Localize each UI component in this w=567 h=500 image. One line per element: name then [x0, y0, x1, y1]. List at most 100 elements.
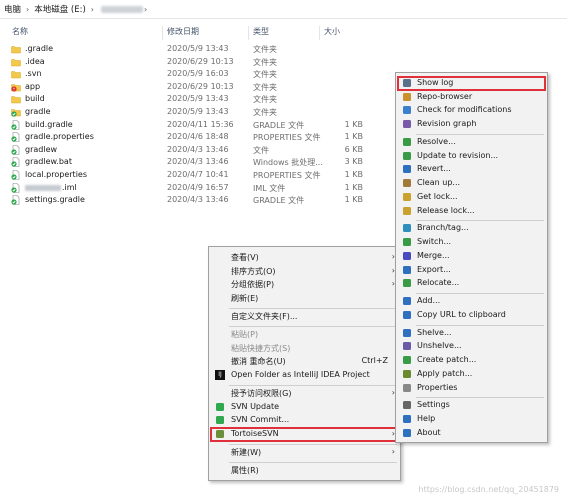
- file-date: 2020/4/11 15:36: [167, 119, 234, 129]
- file-row[interactable]: .svn 2020/5/9 16:03 文件夹: [0, 68, 390, 81]
- file-row[interactable]: app 2020/6/29 10:13 文件夹: [0, 81, 390, 94]
- column-header-name[interactable]: 名称: [12, 26, 28, 37]
- file-row[interactable]: gradlew 2020/4/3 13:46 文件 6 KB: [0, 144, 390, 157]
- menu-item-o[interactable]: 排序方式(O) ›: [209, 265, 400, 278]
- menu-item-s[interactable]: 粘贴快捷方式(S): [209, 342, 400, 355]
- switch-icon: [402, 237, 412, 247]
- branch-tag-icon: [402, 223, 412, 233]
- chevron-right-icon: ›: [90, 4, 94, 14]
- menu-separator: [229, 443, 397, 445]
- menu-item-merge[interactable]: Merge...: [396, 250, 547, 263]
- menu-item-add[interactable]: Add...: [396, 295, 547, 308]
- chevron-right-icon: ›: [144, 4, 148, 14]
- menu-item-revision-graph[interactable]: Revision graph: [396, 118, 547, 131]
- menu-item-svn-update[interactable]: SVN Update: [209, 401, 400, 414]
- menu-item-label: Unshelve...: [417, 341, 462, 351]
- menu-item-w[interactable]: 新建(W) ›: [209, 446, 400, 459]
- menu-item-check-for-modifications[interactable]: Check for modifications: [396, 104, 547, 117]
- menu-item-create-patch[interactable]: Create patch...: [396, 354, 547, 367]
- breadcrumb-item-drive[interactable]: 本地磁盘 (E:): [30, 3, 90, 15]
- column-header-date[interactable]: 修改日期: [167, 26, 199, 37]
- file-name: gradle.properties: [25, 132, 94, 142]
- menu-item-clean-up[interactable]: Clean up...: [396, 177, 547, 190]
- file-row[interactable]: build.gradle 2020/4/11 15:36 GRADLE 文件 1 KB: [0, 119, 390, 132]
- menu-item-apply-patch[interactable]: Apply patch...: [396, 368, 547, 381]
- tortoisesvn-submenu: Show log Repo-browser Check for modificati…: [395, 72, 548, 443]
- menu-item-unshelve[interactable]: Unshelve...: [396, 340, 547, 353]
- menu-item-switch[interactable]: Switch...: [396, 236, 547, 249]
- menu-item-r[interactable]: 属性(R): [209, 464, 400, 477]
- file-name: build: [25, 94, 45, 104]
- menu-item-properties[interactable]: Properties: [396, 382, 547, 395]
- menu-item-repo-browser[interactable]: Repo-browser: [396, 91, 547, 104]
- file-row[interactable]: build 2020/5/9 13:43 文件夹: [0, 93, 390, 106]
- menu-item-label: Switch...: [417, 237, 452, 247]
- menu-item-revert[interactable]: Revert...: [396, 163, 547, 176]
- menu-item-u[interactable]: 撤消 重命名(U) Ctrl+Z: [209, 355, 400, 368]
- file-row[interactable]: settings.gradle 2020/4/3 13:46 GRADLE 文件 1 …: [0, 194, 390, 207]
- menu-item-label: SVN Update: [231, 401, 280, 411]
- menu-item-label: Clean up...: [417, 178, 461, 188]
- menu-item-copy-url-to-clipboard[interactable]: Copy URL to clipboard: [396, 309, 547, 322]
- svn-ok-folder-icon: [11, 107, 21, 117]
- menu-item-export[interactable]: Export...: [396, 264, 547, 277]
- file-name: gradle: [25, 107, 51, 116]
- menu-separator: [416, 324, 544, 326]
- menu-item-v[interactable]: 查看(V) ›: [209, 251, 400, 264]
- help-icon: [402, 414, 412, 424]
- menu-item-release-lock[interactable]: Release lock...: [396, 205, 547, 218]
- file-row[interactable]: .idea 2020/6/29 10:13 文件夹: [0, 56, 390, 69]
- menu-item-help[interactable]: Help: [396, 413, 547, 426]
- properties-icon: [402, 383, 412, 393]
- svn-conflict-folder-icon: [11, 82, 21, 92]
- menu-separator: [229, 462, 397, 464]
- breadcrumb-item-pc[interactable]: 电脑: [0, 3, 25, 15]
- menu-item-get-lock[interactable]: Get lock...: [396, 191, 547, 204]
- file-type: 文件夹: [253, 45, 277, 54]
- cleanup-icon: [402, 178, 412, 188]
- menu-item-g[interactable]: 授予访问权限(G) ›: [209, 387, 400, 400]
- file-row[interactable]: gradle.properties 2020/4/6 18:48 PROPERTIE…: [0, 131, 390, 144]
- file-row[interactable]: .gradle 2020/5/9 13:43 文件夹: [0, 43, 390, 56]
- file-date: 2020/4/7 10:41: [167, 170, 229, 179]
- menu-item-update-to-revision[interactable]: Update to revision...: [396, 150, 547, 163]
- highlight-box: [397, 76, 546, 91]
- column-header-type[interactable]: 类型: [253, 26, 269, 37]
- file-type: GRADLE 文件: [253, 196, 305, 206]
- menu-item-e[interactable]: 刷新(E): [209, 292, 400, 305]
- file-name-blurred: [25, 184, 61, 191]
- menu-separator: [229, 307, 397, 309]
- relocate-icon: [402, 278, 412, 288]
- menu-item-open-folder-as-intellij-idea-project[interactable]: IJ Open Folder as IntelliJ IDEA Project: [209, 369, 400, 382]
- menu-item-f[interactable]: 自定义文件夹(F)...: [209, 310, 400, 323]
- menu-item-p[interactable]: 粘贴(P): [209, 328, 400, 341]
- menu-item-svn-commit[interactable]: SVN Commit...: [209, 414, 400, 427]
- revert-icon: [402, 164, 412, 174]
- menu-item-about[interactable]: About: [396, 427, 547, 440]
- menu-separator: [416, 133, 544, 135]
- breadcrumb-item-blurred[interactable]: [101, 5, 143, 13]
- file-size: 1 KB: [344, 195, 363, 205]
- menu-item-settings[interactable]: Settings: [396, 399, 547, 412]
- file-row[interactable]: local.properties 2020/4/7 10:41 PROPERTIES…: [0, 169, 390, 182]
- menu-item-label: Open Folder as IntelliJ IDEA Project: [231, 370, 370, 379]
- file-date: 2020/4/9 16:57: [167, 182, 229, 192]
- file-row[interactable]: gradle 2020/5/9 13:43 文件夹: [0, 106, 390, 119]
- file-size: 1 KB: [344, 119, 363, 129]
- menu-item-label: Resolve...: [417, 137, 456, 146]
- column-header-size[interactable]: 大小: [324, 26, 340, 37]
- file-date: 2020/5/9 13:43: [167, 107, 229, 116]
- file-name: .gradle: [25, 44, 54, 53]
- menu-item-shelve[interactable]: Shelve...: [396, 327, 547, 340]
- menu-item-branch-tag[interactable]: Branch/tag...: [396, 222, 547, 235]
- menu-item-label: Get lock...: [417, 191, 458, 201]
- svn-commit-icon: [215, 415, 225, 425]
- menu-item-relocate[interactable]: Relocate...: [396, 277, 547, 290]
- file-date: 2020/6/29 10:13: [167, 56, 234, 66]
- menu-item-label: 分组依据(P): [231, 280, 275, 290]
- menu-item-p[interactable]: 分组依据(P) ›: [209, 278, 400, 291]
- settings-icon: [402, 400, 412, 410]
- file-row[interactable]: gradlew.bat 2020/4/3 13:46 Windows 批处理... 3…: [0, 156, 390, 169]
- file-row[interactable]: .iml 2020/4/9 16:57 IML 文件 1 KB: [0, 182, 390, 195]
- menu-item-resolve[interactable]: Resolve...: [396, 136, 547, 149]
